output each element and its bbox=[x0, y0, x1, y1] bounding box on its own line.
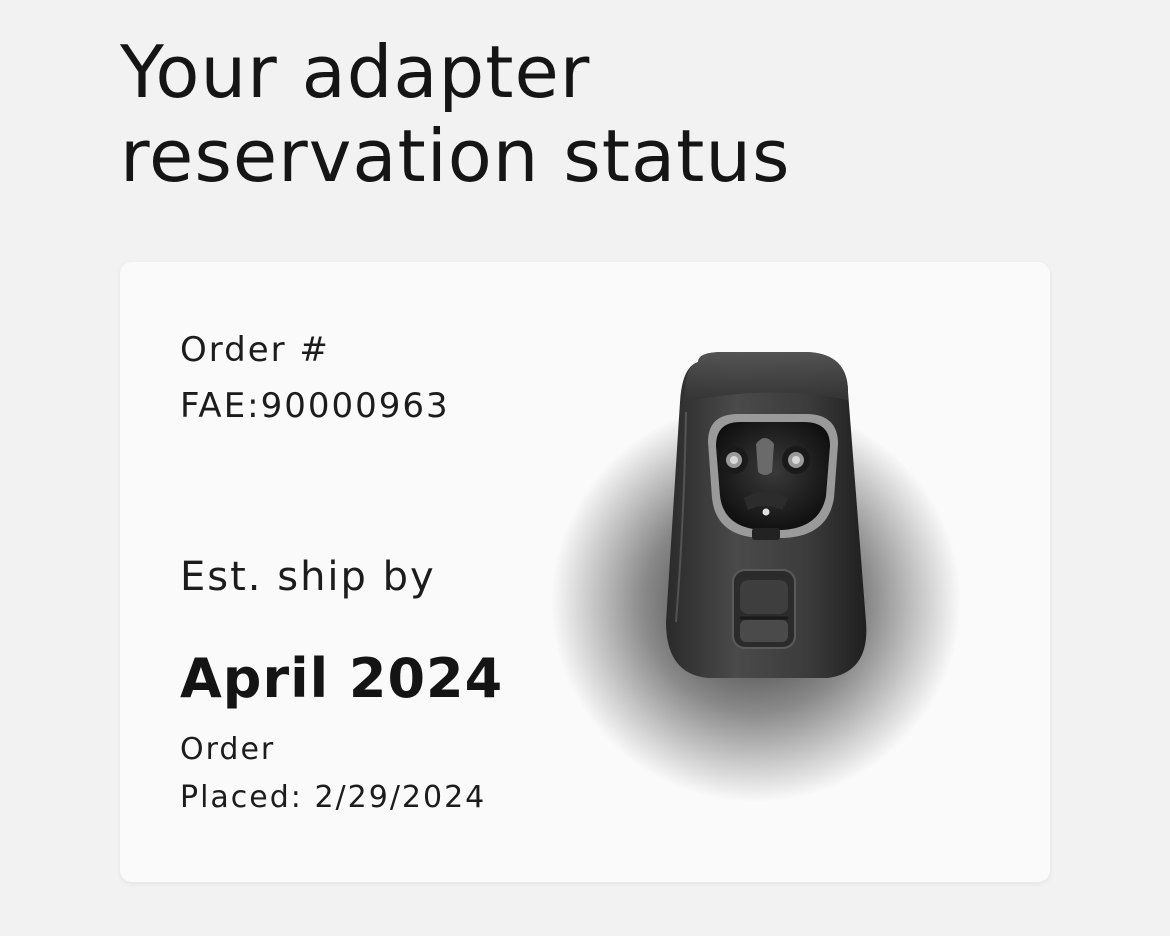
est-ship-label: Est. ship by bbox=[180, 554, 436, 600]
page-title-line-2: reservation status bbox=[120, 114, 791, 198]
order-placed-date: Placed: 2/29/2024 bbox=[180, 780, 487, 815]
reservation-card: Order # FAE:90000963 Est. ship by April … bbox=[120, 262, 1050, 882]
order-placed-label: Order bbox=[180, 732, 276, 767]
est-ship-date: April 2024 bbox=[180, 647, 504, 710]
charging-adapter-icon bbox=[548, 322, 980, 802]
page-title-line-1: Your adapter bbox=[120, 30, 591, 114]
page-title: Your adapter reservation status bbox=[120, 30, 1020, 198]
order-number-value: FAE:90000963 bbox=[180, 386, 450, 426]
order-number-label: Order # bbox=[180, 330, 330, 370]
